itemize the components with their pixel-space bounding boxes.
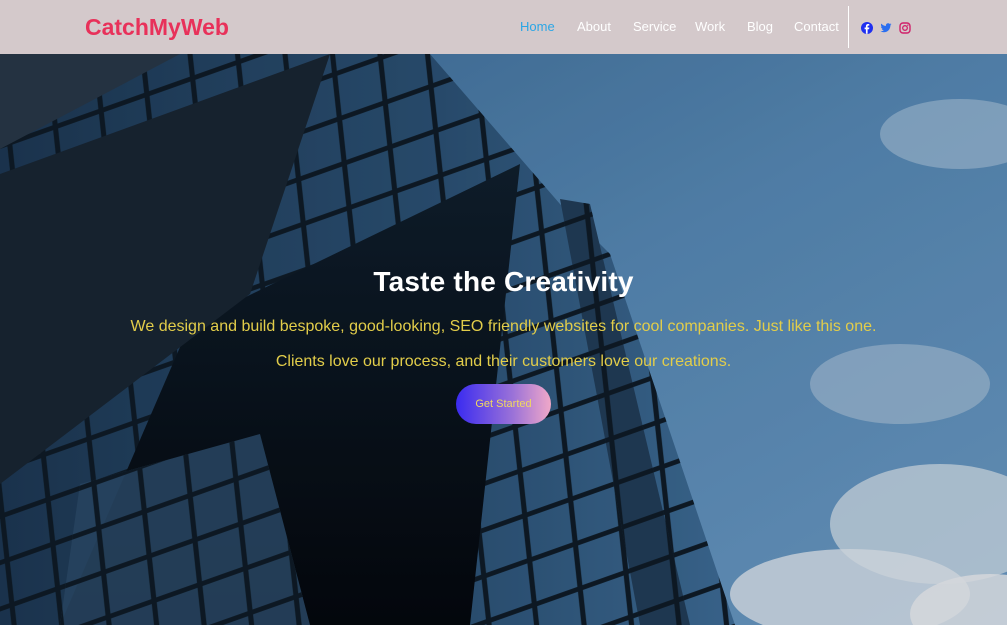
top-navbar: CatchMyWeb Home About Service Work Blog … (0, 0, 1007, 54)
nav-blog[interactable]: Blog (747, 19, 773, 34)
nav-work[interactable]: Work (695, 19, 725, 34)
hero-description: We design and build bespoke, good-lookin… (130, 318, 877, 370)
nav-service[interactable]: Service (633, 19, 676, 34)
nav-home[interactable]: Home (520, 19, 555, 34)
hero-title: Taste the Creativity (373, 266, 634, 297)
nav-about[interactable]: About (577, 19, 611, 34)
site-logo[interactable]: CatchMyWeb (85, 14, 229, 41)
nav-divider (848, 6, 849, 48)
twitter-icon[interactable] (880, 21, 892, 33)
facebook-icon[interactable] (861, 21, 873, 34)
instagram-icon[interactable] (899, 21, 911, 34)
hero-section: Taste the Creativity We design and build… (0, 54, 1007, 625)
nav-contact[interactable]: Contact (794, 19, 839, 34)
get-started-button[interactable]: Get Started (456, 384, 551, 424)
